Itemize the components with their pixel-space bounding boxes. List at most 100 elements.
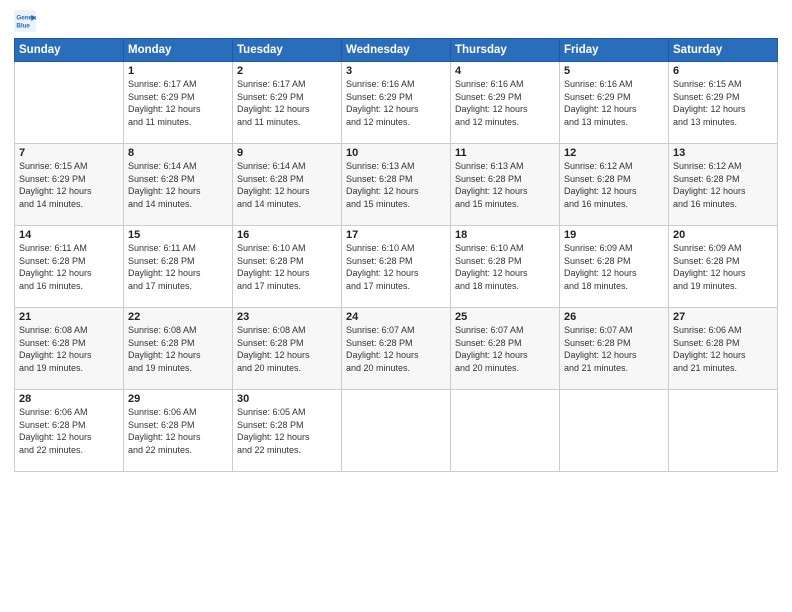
calendar-cell (451, 390, 560, 472)
day-info: Sunrise: 6:17 AM Sunset: 6:29 PM Dayligh… (237, 78, 337, 128)
weekday-header-cell: Tuesday (233, 39, 342, 62)
calendar-cell: 20Sunrise: 6:09 AM Sunset: 6:28 PM Dayli… (669, 226, 778, 308)
calendar-cell: 14Sunrise: 6:11 AM Sunset: 6:28 PM Dayli… (15, 226, 124, 308)
calendar-cell: 10Sunrise: 6:13 AM Sunset: 6:28 PM Dayli… (342, 144, 451, 226)
calendar-cell: 2Sunrise: 6:17 AM Sunset: 6:29 PM Daylig… (233, 62, 342, 144)
day-info: Sunrise: 6:05 AM Sunset: 6:28 PM Dayligh… (237, 406, 337, 456)
calendar-cell: 6Sunrise: 6:15 AM Sunset: 6:29 PM Daylig… (669, 62, 778, 144)
day-number: 12 (564, 147, 664, 159)
calendar-cell (342, 390, 451, 472)
day-number: 15 (128, 229, 228, 241)
day-info: Sunrise: 6:07 AM Sunset: 6:28 PM Dayligh… (564, 324, 664, 374)
weekday-header-cell: Thursday (451, 39, 560, 62)
calendar-cell: 27Sunrise: 6:06 AM Sunset: 6:28 PM Dayli… (669, 308, 778, 390)
day-info: Sunrise: 6:16 AM Sunset: 6:29 PM Dayligh… (455, 78, 555, 128)
day-info: Sunrise: 6:14 AM Sunset: 6:28 PM Dayligh… (128, 160, 228, 210)
day-info: Sunrise: 6:10 AM Sunset: 6:28 PM Dayligh… (237, 242, 337, 292)
day-number: 11 (455, 147, 555, 159)
calendar-week-row: 1Sunrise: 6:17 AM Sunset: 6:29 PM Daylig… (15, 62, 778, 144)
day-info: Sunrise: 6:10 AM Sunset: 6:28 PM Dayligh… (455, 242, 555, 292)
day-info: Sunrise: 6:08 AM Sunset: 6:28 PM Dayligh… (237, 324, 337, 374)
day-info: Sunrise: 6:06 AM Sunset: 6:28 PM Dayligh… (19, 406, 119, 456)
day-number: 4 (455, 65, 555, 77)
calendar-week-row: 21Sunrise: 6:08 AM Sunset: 6:28 PM Dayli… (15, 308, 778, 390)
day-info: Sunrise: 6:08 AM Sunset: 6:28 PM Dayligh… (128, 324, 228, 374)
logo-icon: General Blue (14, 10, 36, 32)
weekday-header-cell: Friday (560, 39, 669, 62)
calendar-table: SundayMondayTuesdayWednesdayThursdayFrid… (14, 38, 778, 472)
calendar-cell: 24Sunrise: 6:07 AM Sunset: 6:28 PM Dayli… (342, 308, 451, 390)
day-info: Sunrise: 6:07 AM Sunset: 6:28 PM Dayligh… (346, 324, 446, 374)
day-info: Sunrise: 6:14 AM Sunset: 6:28 PM Dayligh… (237, 160, 337, 210)
day-number: 5 (564, 65, 664, 77)
day-info: Sunrise: 6:10 AM Sunset: 6:28 PM Dayligh… (346, 242, 446, 292)
day-number: 16 (237, 229, 337, 241)
weekday-header-cell: Saturday (669, 39, 778, 62)
calendar-cell: 16Sunrise: 6:10 AM Sunset: 6:28 PM Dayli… (233, 226, 342, 308)
day-info: Sunrise: 6:08 AM Sunset: 6:28 PM Dayligh… (19, 324, 119, 374)
day-number: 19 (564, 229, 664, 241)
day-number: 27 (673, 311, 773, 323)
calendar-week-row: 14Sunrise: 6:11 AM Sunset: 6:28 PM Dayli… (15, 226, 778, 308)
calendar-cell: 23Sunrise: 6:08 AM Sunset: 6:28 PM Dayli… (233, 308, 342, 390)
weekday-header-cell: Monday (124, 39, 233, 62)
page: General Blue SundayMondayTuesdayWednesda… (0, 0, 792, 612)
day-number: 3 (346, 65, 446, 77)
calendar-cell (669, 390, 778, 472)
calendar-cell: 8Sunrise: 6:14 AM Sunset: 6:28 PM Daylig… (124, 144, 233, 226)
calendar-cell: 19Sunrise: 6:09 AM Sunset: 6:28 PM Dayli… (560, 226, 669, 308)
calendar-cell: 26Sunrise: 6:07 AM Sunset: 6:28 PM Dayli… (560, 308, 669, 390)
day-info: Sunrise: 6:11 AM Sunset: 6:28 PM Dayligh… (128, 242, 228, 292)
day-number: 22 (128, 311, 228, 323)
day-number: 8 (128, 147, 228, 159)
calendar-cell: 13Sunrise: 6:12 AM Sunset: 6:28 PM Dayli… (669, 144, 778, 226)
day-info: Sunrise: 6:06 AM Sunset: 6:28 PM Dayligh… (128, 406, 228, 456)
day-number: 9 (237, 147, 337, 159)
calendar-cell: 28Sunrise: 6:06 AM Sunset: 6:28 PM Dayli… (15, 390, 124, 472)
day-number: 10 (346, 147, 446, 159)
calendar-cell: 25Sunrise: 6:07 AM Sunset: 6:28 PM Dayli… (451, 308, 560, 390)
logo: General Blue (14, 10, 40, 32)
day-number: 1 (128, 65, 228, 77)
day-number: 29 (128, 393, 228, 405)
calendar-cell: 22Sunrise: 6:08 AM Sunset: 6:28 PM Dayli… (124, 308, 233, 390)
calendar-cell: 3Sunrise: 6:16 AM Sunset: 6:29 PM Daylig… (342, 62, 451, 144)
day-info: Sunrise: 6:13 AM Sunset: 6:28 PM Dayligh… (346, 160, 446, 210)
day-info: Sunrise: 6:09 AM Sunset: 6:28 PM Dayligh… (564, 242, 664, 292)
calendar-cell: 12Sunrise: 6:12 AM Sunset: 6:28 PM Dayli… (560, 144, 669, 226)
weekday-header: SundayMondayTuesdayWednesdayThursdayFrid… (15, 39, 778, 62)
calendar-cell: 17Sunrise: 6:10 AM Sunset: 6:28 PM Dayli… (342, 226, 451, 308)
calendar-cell: 29Sunrise: 6:06 AM Sunset: 6:28 PM Dayli… (124, 390, 233, 472)
calendar-week-row: 28Sunrise: 6:06 AM Sunset: 6:28 PM Dayli… (15, 390, 778, 472)
day-number: 30 (237, 393, 337, 405)
day-number: 20 (673, 229, 773, 241)
calendar-cell: 7Sunrise: 6:15 AM Sunset: 6:29 PM Daylig… (15, 144, 124, 226)
day-info: Sunrise: 6:17 AM Sunset: 6:29 PM Dayligh… (128, 78, 228, 128)
day-number: 18 (455, 229, 555, 241)
calendar-cell: 5Sunrise: 6:16 AM Sunset: 6:29 PM Daylig… (560, 62, 669, 144)
day-number: 17 (346, 229, 446, 241)
calendar-cell: 11Sunrise: 6:13 AM Sunset: 6:28 PM Dayli… (451, 144, 560, 226)
calendar-cell: 21Sunrise: 6:08 AM Sunset: 6:28 PM Dayli… (15, 308, 124, 390)
day-number: 21 (19, 311, 119, 323)
calendar-cell (560, 390, 669, 472)
weekday-header-cell: Wednesday (342, 39, 451, 62)
day-info: Sunrise: 6:16 AM Sunset: 6:29 PM Dayligh… (564, 78, 664, 128)
calendar-cell: 1Sunrise: 6:17 AM Sunset: 6:29 PM Daylig… (124, 62, 233, 144)
weekday-header-cell: Sunday (15, 39, 124, 62)
day-info: Sunrise: 6:11 AM Sunset: 6:28 PM Dayligh… (19, 242, 119, 292)
day-info: Sunrise: 6:07 AM Sunset: 6:28 PM Dayligh… (455, 324, 555, 374)
day-info: Sunrise: 6:13 AM Sunset: 6:28 PM Dayligh… (455, 160, 555, 210)
day-info: Sunrise: 6:16 AM Sunset: 6:29 PM Dayligh… (346, 78, 446, 128)
calendar-cell (15, 62, 124, 144)
day-number: 23 (237, 311, 337, 323)
day-info: Sunrise: 6:06 AM Sunset: 6:28 PM Dayligh… (673, 324, 773, 374)
day-number: 2 (237, 65, 337, 77)
day-info: Sunrise: 6:15 AM Sunset: 6:29 PM Dayligh… (673, 78, 773, 128)
header: General Blue (14, 10, 778, 32)
calendar-cell: 15Sunrise: 6:11 AM Sunset: 6:28 PM Dayli… (124, 226, 233, 308)
day-number: 26 (564, 311, 664, 323)
day-info: Sunrise: 6:12 AM Sunset: 6:28 PM Dayligh… (564, 160, 664, 210)
day-number: 14 (19, 229, 119, 241)
day-number: 28 (19, 393, 119, 405)
